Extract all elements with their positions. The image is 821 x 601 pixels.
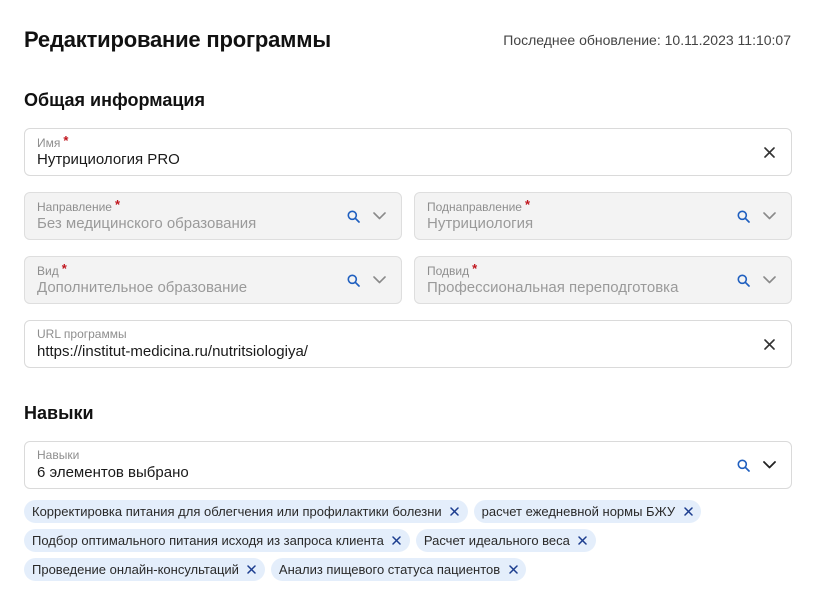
- skill-chip-label: Подбор оптимального питания исходя из за…: [32, 533, 384, 548]
- search-icon: [737, 274, 750, 287]
- subdirection-search-button[interactable]: [733, 206, 753, 226]
- close-icon: [450, 507, 459, 516]
- close-icon: [578, 536, 588, 545]
- direction-label: Направление *: [37, 197, 121, 214]
- required-mark: *: [472, 261, 478, 276]
- page-title: Редактирование программы: [24, 27, 331, 52]
- skill-chip-label: расчет ежедневной нормы БЖУ: [481, 504, 676, 519]
- remove-skill-button[interactable]: [390, 534, 404, 548]
- skills-field-value: 6 элементов выбрано: [37, 464, 189, 481]
- search-icon: [347, 274, 360, 287]
- skill-chip: Корректировка питания для облегчения или…: [24, 500, 468, 523]
- kind-value: Дополнительное образование: [37, 279, 248, 296]
- skill-chip-label: Корректировка питания для облегчения или…: [32, 504, 442, 519]
- direction-select[interactable]: Направление * Без медицинского образовани…: [24, 192, 402, 240]
- subdirection-label: Поднаправление *: [427, 197, 531, 214]
- url-field-label: URL программы: [37, 327, 127, 341]
- close-icon: [763, 338, 775, 350]
- skill-chip-label: Проведение онлайн-консультаций: [32, 562, 239, 577]
- kind-search-button[interactable]: [343, 270, 363, 290]
- direction-search-button[interactable]: [343, 206, 363, 226]
- chevron-down-icon: [372, 212, 386, 220]
- required-mark: *: [63, 133, 69, 148]
- direction-dropdown-button[interactable]: [369, 206, 389, 226]
- skills-field-label: Навыки: [37, 448, 80, 462]
- skill-chip-label: Анализ пищевого статуса пациентов: [278, 562, 501, 577]
- remove-skill-button[interactable]: [681, 505, 695, 519]
- subdirection-dropdown-button[interactable]: [759, 206, 779, 226]
- kind-dropdown-button[interactable]: [369, 270, 389, 290]
- remove-skill-button[interactable]: [506, 563, 520, 577]
- skill-chip: Подбор оптимального питания исходя из за…: [24, 529, 410, 552]
- chevron-down-icon: [762, 461, 776, 469]
- close-icon: [683, 507, 693, 516]
- required-mark: *: [524, 197, 531, 212]
- search-icon: [347, 210, 360, 223]
- kind-label: Вид *: [37, 261, 67, 278]
- skill-chip: расчет ежедневной нормы БЖУ: [473, 500, 702, 523]
- search-icon: [737, 210, 750, 223]
- direction-value: Без медицинского образования: [37, 215, 257, 232]
- close-icon: [247, 565, 257, 574]
- required-mark: *: [114, 197, 121, 212]
- close-icon: [508, 565, 518, 574]
- last-updated-text: Последнее обновление: 10.11.2023 11:10:0…: [503, 32, 791, 48]
- chevron-down-icon: [762, 212, 776, 220]
- required-mark: *: [61, 261, 67, 276]
- name-field[interactable]: Имя * Нутрициология PRO: [24, 128, 792, 176]
- close-icon: [392, 536, 402, 545]
- subdirection-select[interactable]: Поднаправление * Нутрициология: [414, 192, 792, 240]
- skill-chip: Расчет идеального веса: [415, 529, 596, 552]
- subkind-value: Профессиональная переподготовка: [427, 279, 679, 296]
- subkind-dropdown-button[interactable]: [759, 270, 779, 290]
- skill-chip: Проведение онлайн-консультаций: [24, 558, 265, 581]
- subdirection-value: Нутрициология: [427, 215, 534, 232]
- chevron-down-icon: [372, 276, 386, 284]
- subkind-search-button[interactable]: [733, 270, 753, 290]
- section-title-skills: Навыки: [24, 403, 94, 423]
- name-field-value[interactable]: Нутрициология PRO: [37, 151, 180, 168]
- name-field-label: Имя *: [37, 133, 69, 150]
- clear-name-button[interactable]: [759, 142, 779, 162]
- subkind-label: Подвид *: [427, 261, 478, 278]
- remove-skill-button[interactable]: [576, 534, 590, 548]
- skills-dropdown-button[interactable]: [759, 455, 779, 475]
- skills-search-button[interactable]: [733, 455, 753, 475]
- url-field-value[interactable]: https://institut-medicina.ru/nutritsiolo…: [37, 343, 308, 360]
- skill-chip: Анализ пищевого статуса пациентов: [270, 558, 527, 581]
- subkind-select[interactable]: Подвид * Профессиональная переподготовка: [414, 256, 792, 304]
- section-title-general: Общая информация: [24, 90, 205, 110]
- remove-skill-button[interactable]: [448, 505, 462, 519]
- search-icon: [737, 459, 750, 472]
- close-icon: [763, 146, 775, 158]
- url-field[interactable]: URL программы https://institut-medicina.…: [24, 320, 792, 368]
- skill-chips: Корректировка питания для облегчения или…: [24, 500, 794, 587]
- skill-chip-label: Расчет идеального веса: [423, 533, 570, 548]
- clear-url-button[interactable]: [759, 334, 779, 354]
- remove-skill-button[interactable]: [245, 563, 259, 577]
- skills-select[interactable]: Навыки 6 элементов выбрано: [24, 441, 792, 489]
- chevron-down-icon: [762, 276, 776, 284]
- kind-select[interactable]: Вид * Дополнительное образование: [24, 256, 402, 304]
